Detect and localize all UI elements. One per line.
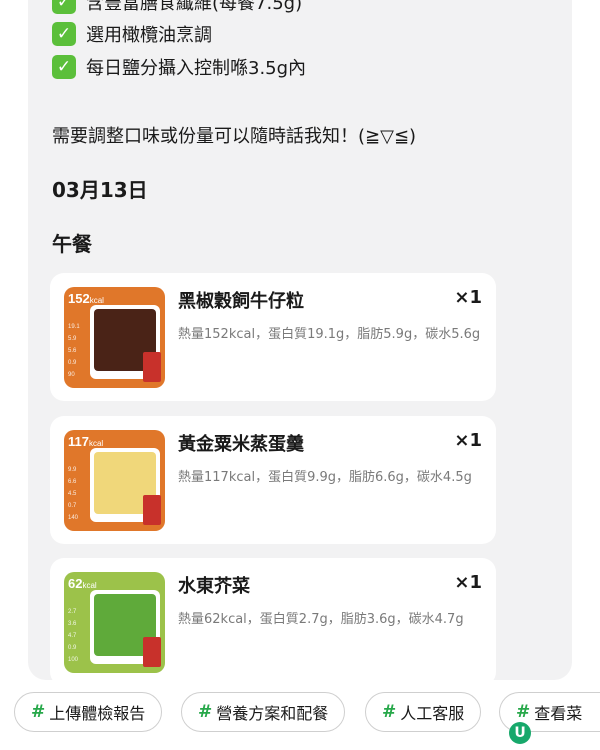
thumbnail-kcal: 117kcal bbox=[68, 434, 104, 449]
quick-reply-customer-service[interactable]: # 人工客服 bbox=[365, 692, 482, 732]
quick-reply-bar: # 上傳體檢報告 # 營養方案和配餐 # 人工客服 # 查看菜 bbox=[0, 684, 600, 750]
meal-heading: 午餐 bbox=[52, 232, 92, 256]
checklist-text: 選用橄欖油烹調 bbox=[86, 25, 212, 46]
date-heading: 03月13日 bbox=[52, 178, 148, 202]
thumbnail-macros: 2.7 3.6 4.7 0.9 100 bbox=[68, 609, 79, 663]
item-name: 黃金粟米蒸蛋羹 bbox=[178, 434, 304, 455]
checklist-item: ✓ 選用橄欖油烹調 bbox=[52, 20, 212, 48]
hashtag-icon: # bbox=[516, 702, 531, 722]
checkmark-icon: ✓ bbox=[52, 55, 76, 79]
item-quantity: ×1 bbox=[454, 287, 482, 308]
checklist-item: ✓ 含豐富膳食纖維(每餐7.5g) bbox=[52, 0, 302, 16]
checklist-item: ✓ 每日鹽分攝入控制喺3.5g內 bbox=[52, 53, 306, 81]
checklist-text: 含豐富膳食纖維(每餐7.5g) bbox=[86, 0, 303, 14]
quick-reply-nutrition-plan[interactable]: # 營養方案和配餐 bbox=[181, 692, 346, 732]
food-thumbnail: 117kcal 9.9 6.6 4.5 0.7 140 bbox=[64, 430, 165, 531]
item-quantity: ×1 bbox=[454, 572, 482, 593]
hashtag-icon: # bbox=[382, 702, 397, 722]
meal-item-card[interactable]: 62kcal 2.7 3.6 4.7 0.9 100 水東芥菜 ×1 熱量62k… bbox=[50, 558, 496, 686]
item-nutrition: 熱量152kcal，蛋白質19.1g，脂肪5.9g，碳水5.6g bbox=[178, 327, 481, 342]
hashtag-icon: # bbox=[198, 702, 213, 722]
hashtag-icon: # bbox=[31, 702, 46, 722]
thumbnail-macros: 19.1 5.9 5.6 0.9 90 bbox=[68, 324, 80, 378]
meal-item-card[interactable]: 117kcal 9.9 6.6 4.5 0.7 140 黃金粟米蒸蛋羹 ×1 熱… bbox=[50, 416, 496, 544]
item-nutrition: 熱量117kcal，蛋白質9.9g，脂肪6.6g，碳水4.5g bbox=[178, 470, 472, 485]
checkmark-icon: ✓ bbox=[52, 22, 76, 46]
thumbnail-kcal: 62kcal bbox=[68, 576, 97, 591]
item-quantity: ×1 bbox=[454, 430, 482, 451]
quick-reply-upload-report[interactable]: # 上傳體檢報告 bbox=[14, 692, 163, 732]
meal-item-card[interactable]: 152kcal 19.1 5.9 5.6 0.9 90 黑椒穀飼牛仔粒 ×1 熱… bbox=[50, 273, 496, 401]
u-logo-icon: U bbox=[509, 722, 531, 744]
item-nutrition: 熱量62kcal，蛋白質2.7g，脂肪3.6g，碳水4.7g bbox=[178, 612, 464, 627]
item-name: 水東芥菜 bbox=[178, 576, 250, 597]
food-thumbnail: 152kcal 19.1 5.9 5.6 0.9 90 bbox=[64, 287, 165, 388]
thumbnail-kcal: 152kcal bbox=[68, 291, 104, 306]
adjust-message: 需要調整口味或份量可以隨時話我知！(≧▽≦) bbox=[52, 126, 417, 147]
checklist-text: 每日鹽分攝入控制喺3.5g內 bbox=[86, 58, 307, 79]
food-thumbnail: 62kcal 2.7 3.6 4.7 0.9 100 bbox=[64, 572, 165, 673]
item-name: 黑椒穀飼牛仔粒 bbox=[178, 291, 304, 312]
checkmark-icon: ✓ bbox=[52, 0, 76, 14]
thumbnail-macros: 9.9 6.6 4.5 0.7 140 bbox=[68, 467, 79, 521]
